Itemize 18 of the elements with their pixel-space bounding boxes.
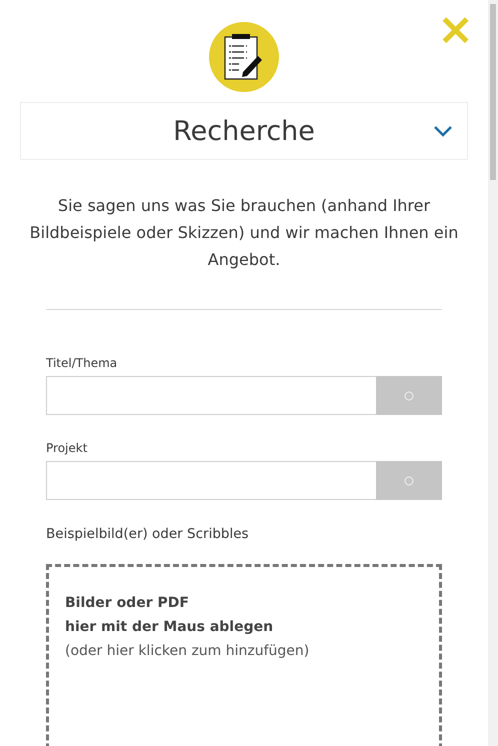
field-label: Projekt bbox=[46, 441, 88, 455]
field-label: Titel/Thema bbox=[46, 356, 118, 370]
clipboard-pencil-icon bbox=[209, 22, 279, 92]
text-field[interactable] bbox=[46, 461, 376, 500]
chevron-icon bbox=[433, 124, 453, 138]
loading-button[interactable] bbox=[376, 376, 442, 415]
spinner-icon bbox=[404, 476, 414, 486]
upload-label: Beispielbild(er) oder Scribbles bbox=[46, 526, 250, 542]
spinner-icon bbox=[404, 390, 414, 400]
drop-zone-text: Bilder oder PDF bbox=[65, 594, 190, 613]
drop-zone[interactable]: Bilder oder PDF hier mit der Maus ablegen (oder hier klicken zum hinzufügen) bbox=[46, 564, 442, 746]
drop-zone-text: (oder hier klicken zum hinzufügen) bbox=[65, 642, 310, 661]
scrollbar[interactable] bbox=[488, 0, 498, 746]
loading-button[interactable] bbox=[376, 461, 442, 500]
description-text: Sie sagen uns was Sie brauchen (anhand Ihrer Bildbeispiele oder Skizzen) und wir machen Ihnen ein Angebot. bbox=[28, 195, 460, 271]
text-field[interactable] bbox=[46, 376, 376, 415]
drop-zone-text: hier mit der Maus ablegen bbox=[65, 618, 274, 637]
category-select[interactable]: Recherche bbox=[20, 102, 468, 160]
